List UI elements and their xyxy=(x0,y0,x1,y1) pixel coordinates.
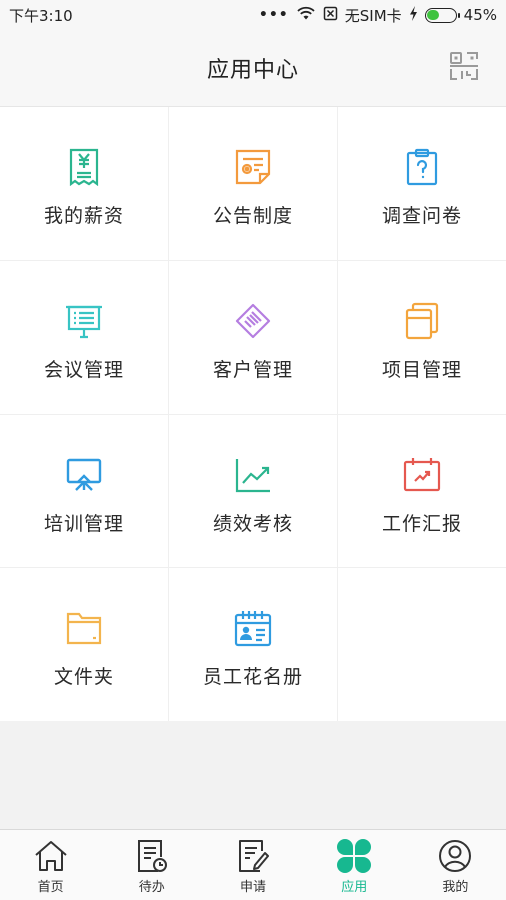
handshake-icon xyxy=(233,301,273,341)
nav-mine[interactable]: 我的 xyxy=(405,830,506,900)
nav-apply[interactable]: 申请 xyxy=(202,830,303,900)
nav-todo[interactable]: 待办 xyxy=(101,830,202,900)
app-tile-customers[interactable]: 客户管理 xyxy=(169,261,338,415)
app-label: 项目管理 xyxy=(381,359,462,381)
status-bar: 下午3:10 ••• 无SIM卡 45% xyxy=(0,0,506,30)
nav-label: 待办 xyxy=(138,880,165,895)
charging-bolt-icon xyxy=(409,5,418,25)
battery-fill xyxy=(427,10,440,20)
app-tile-announcements[interactable]: 公告制度 xyxy=(169,107,338,261)
app-grid: 我的薪资 公告制度 调查问卷 会议管理 客户管理 项目管理 培训管理 绩效考核 … xyxy=(0,107,506,721)
training-presentation-icon xyxy=(64,455,104,495)
app-label: 客户管理 xyxy=(212,359,293,381)
status-time: 下午3:10 xyxy=(9,6,73,25)
signal-dots: ••• xyxy=(258,7,289,23)
project-files-icon xyxy=(402,301,442,341)
app-label: 文件夹 xyxy=(53,666,114,688)
nav-apps[interactable]: 应用 xyxy=(304,830,405,900)
application-edit-icon xyxy=(235,838,271,874)
todo-list-icon xyxy=(134,838,170,874)
apps-clover-icon xyxy=(336,838,372,874)
bottom-nav: 首页 待办 申请 应用 我的 xyxy=(0,829,506,900)
app-label: 我的薪资 xyxy=(43,205,124,227)
announcement-document-icon xyxy=(233,147,273,187)
home-icon xyxy=(33,838,69,874)
status-right: ••• 无SIM卡 45% xyxy=(259,5,497,26)
work-report-calendar-icon xyxy=(402,455,442,495)
wifi-icon xyxy=(296,6,316,25)
app-tile-folder[interactable]: 文件夹 xyxy=(0,568,169,721)
meeting-board-icon xyxy=(64,301,104,341)
app-tile-meetings[interactable]: 会议管理 xyxy=(0,261,169,415)
app-label: 绩效考核 xyxy=(212,513,293,535)
nav-label: 我的 xyxy=(442,880,469,895)
app-label: 培训管理 xyxy=(43,513,124,535)
qr-scan-icon xyxy=(449,51,479,85)
sim-status-text: 无SIM卡 xyxy=(344,6,402,25)
app-tile-performance[interactable]: 绩效考核 xyxy=(169,415,338,568)
profile-icon xyxy=(437,838,473,874)
nav-label: 首页 xyxy=(37,880,64,895)
employee-roster-icon xyxy=(233,608,273,648)
performance-chart-icon xyxy=(233,455,273,495)
page-title: 应用中心 xyxy=(206,58,299,83)
app-tile-empty xyxy=(338,568,506,721)
folder-icon xyxy=(64,608,104,648)
nav-home[interactable]: 首页 xyxy=(0,830,101,900)
app-tile-salary[interactable]: 我的薪资 xyxy=(0,107,169,261)
app-label: 会议管理 xyxy=(43,359,124,381)
battery-percent: 45% xyxy=(463,6,497,24)
app-tile-projects[interactable]: 项目管理 xyxy=(338,261,506,415)
app-label: 公告制度 xyxy=(212,205,293,227)
app-tile-training[interactable]: 培训管理 xyxy=(0,415,169,568)
survey-clipboard-icon xyxy=(402,147,442,187)
app-tile-survey[interactable]: 调查问卷 xyxy=(338,107,506,261)
salary-receipt-icon xyxy=(64,147,104,187)
app-label: 工作汇报 xyxy=(381,513,462,535)
nav-label: 应用 xyxy=(341,880,368,895)
app-tile-employee-roster[interactable]: 员工花名册 xyxy=(169,568,338,721)
qr-scan-button[interactable] xyxy=(448,52,480,84)
app-header: 应用中心 xyxy=(0,30,506,107)
battery-icon xyxy=(424,7,460,23)
no-sim-icon xyxy=(323,6,338,25)
nav-label: 申请 xyxy=(240,880,267,895)
app-label: 员工花名册 xyxy=(202,666,303,688)
app-label: 调查问卷 xyxy=(381,205,462,227)
app-tile-work-report[interactable]: 工作汇报 xyxy=(338,415,506,568)
